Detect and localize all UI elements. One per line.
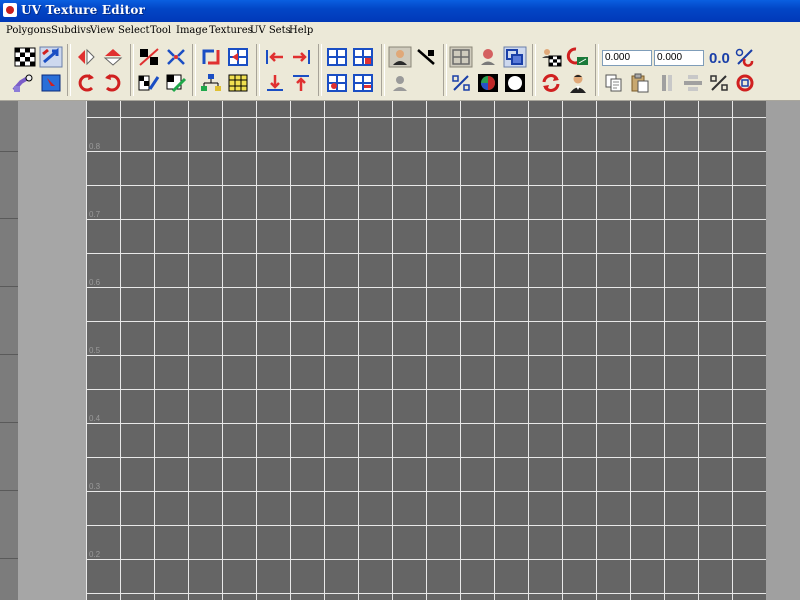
toolbar: 0.000 0.000 0.0 [0,40,800,101]
menu-polygons[interactable]: Polygons [6,25,51,36]
menu-help[interactable]: Help [289,25,313,36]
uv-grid[interactable] [86,101,766,600]
align-bottom-icon[interactable] [263,72,287,94]
menu-tool[interactable]: Tool [150,25,171,36]
image-range-icon[interactable] [566,46,590,68]
texture-border-icon[interactable] [503,46,527,68]
auto-map-icon[interactable] [539,46,563,68]
toolbar-separator [595,44,599,96]
title-bar: UV Texture Editor [0,0,800,22]
v-axis-label: 0.2 [89,550,101,559]
merge-uv-icon[interactable] [226,46,250,68]
percent-icon[interactable] [449,72,473,94]
person-ghost-icon[interactable] [388,72,412,94]
v-axis-label: 0.5 [89,346,101,355]
reset-icon[interactable] [733,72,757,94]
grid-snap-icon[interactable] [325,46,349,68]
hierarchy-icon[interactable] [199,72,223,94]
viewport-margin [18,101,86,600]
unfold-icon[interactable] [137,72,161,94]
viewport-right-margin [766,101,800,600]
toolbar-separator [318,44,322,96]
align-top-icon[interactable] [289,72,313,94]
rotate-cw-icon[interactable] [101,72,125,94]
shaded-face-icon[interactable] [11,72,35,94]
split-icon[interactable] [655,72,679,94]
toolbar-separator [532,44,536,96]
grid-point-icon[interactable] [325,72,349,94]
toolbar-separator [443,44,447,96]
menu-select[interactable]: Select [118,25,150,36]
menu-uv-sets[interactable]: UV Sets [250,25,291,36]
pin-icon[interactable] [476,46,500,68]
texture-grid-icon[interactable] [226,72,250,94]
v-axis-label: 0.8 [89,142,101,151]
toolbar-separator [381,44,385,96]
window-title: UV Texture Editor [21,3,146,17]
uv-viewport[interactable]: 0.8 0.7 0.6 0.5 0.4 0.3 0.2 [0,101,800,600]
viewport-tick [0,558,18,559]
v-axis-label: 0.4 [89,414,101,423]
uv-shell-icon[interactable] [39,72,63,94]
v-axis-label: 0.3 [89,482,101,491]
rotate-ccw-icon[interactable] [74,72,98,94]
isolate-select-icon[interactable] [388,46,412,68]
toolbar-separator [67,44,71,96]
menu-bar: Polygons Subdivs View Select Tool Image … [0,22,800,41]
relax-icon[interactable] [164,72,188,94]
display-image-icon[interactable] [503,72,527,94]
maya-app-icon [3,3,17,17]
svg-text:0.0: 0.0 [709,50,730,67]
align-left-icon[interactable] [263,46,287,68]
grid-remove-icon[interactable] [351,72,375,94]
layout-icon[interactable] [199,46,223,68]
sew-uv-icon[interactable] [164,46,188,68]
align-right-icon[interactable] [289,46,313,68]
v-axis-label: 0.6 [89,278,101,287]
flip-u-icon[interactable] [74,46,98,68]
checker-icon[interactable] [13,46,37,68]
refresh-icon[interactable] [539,72,563,94]
viewport-tick [0,151,18,152]
shaded-uv-icon[interactable] [476,72,500,94]
flip-v-icon[interactable] [101,46,125,68]
copy-icon[interactable] [602,72,626,94]
move-icon[interactable] [39,46,63,68]
v-value-field[interactable]: 0.000 [654,50,704,66]
grid-add-icon[interactable] [351,46,375,68]
toolbar-separator [256,44,260,96]
viewport-tick [0,286,18,287]
viewport-left-border [0,101,18,600]
percent-icon-3[interactable] [707,72,731,94]
cut-uv-icon[interactable] [137,46,161,68]
viewport-tick [0,490,18,491]
paste-icon[interactable] [628,72,652,94]
viewport-tick [0,218,18,219]
menu-subdivs[interactable]: Subdivs [51,25,91,36]
toolbar-separator [130,44,134,96]
menu-image[interactable]: Image [176,25,208,36]
menu-view[interactable]: View [90,25,115,36]
isolate-add-icon[interactable] [414,46,438,68]
menu-textures[interactable]: Textures [209,25,253,36]
v-axis-label: 0.7 [89,210,101,219]
u-value-field[interactable]: 0.000 [602,50,652,66]
wireframe-icon[interactable] [449,46,473,68]
level-icon[interactable] [681,72,705,94]
percent-icon-2[interactable] [733,46,757,68]
toolbar-separator [192,44,196,96]
viewport-tick [0,354,18,355]
viewport-tick [0,422,18,423]
zero-uv-icon[interactable]: 0.0 [707,46,731,68]
person-icon[interactable] [566,72,590,94]
